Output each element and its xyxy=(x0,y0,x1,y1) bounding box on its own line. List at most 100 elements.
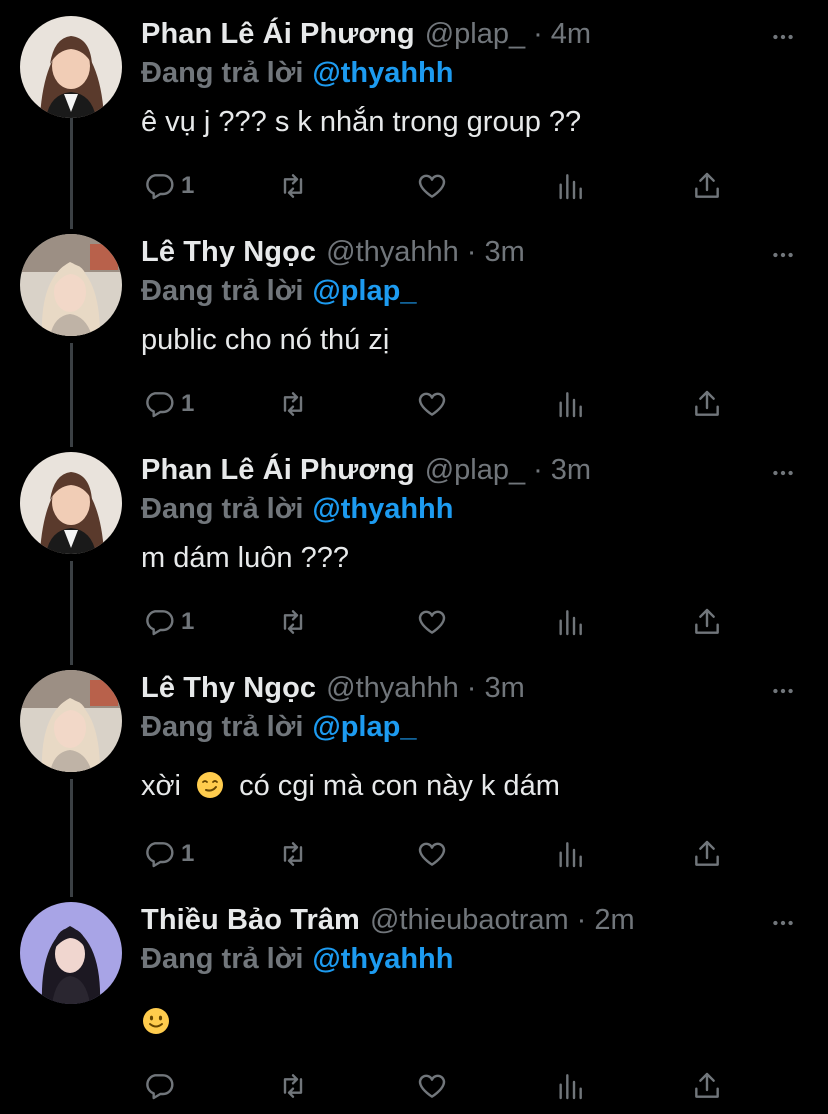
more-dots-icon xyxy=(773,252,793,258)
tweet-header: Lê Thy Ngọc @thyahhh · 3m xyxy=(141,236,525,274)
timestamp[interactable]: 3m xyxy=(551,454,591,487)
reply-button[interactable]: 1 xyxy=(143,834,194,874)
display-name[interactable]: Phan Lê Ái Phương xyxy=(141,454,415,487)
views-button[interactable] xyxy=(554,1066,586,1106)
tweet-header: Phan Lê Ái Phương @plap_ · 4m xyxy=(141,18,591,56)
reply-icon xyxy=(146,174,174,200)
share-button[interactable] xyxy=(691,1066,723,1106)
heart-icon xyxy=(418,1074,446,1098)
smirking-face-emoji xyxy=(197,772,224,798)
action-bar xyxy=(141,1066,741,1106)
retweet-icon xyxy=(283,174,303,198)
user-handle[interactable]: @thyahhh xyxy=(326,236,459,269)
more-button[interactable] xyxy=(768,22,798,52)
retweet-button[interactable] xyxy=(277,834,309,874)
display-name[interactable]: Lê Thy Ngọc xyxy=(141,236,316,269)
reply-button[interactable] xyxy=(143,1066,181,1106)
tweet-header: Lê Thy Ngọc @thyahhh · 3m xyxy=(141,672,525,710)
timestamp[interactable]: 3m xyxy=(484,236,524,269)
replying-to: Đang trả lời @plap_ xyxy=(141,711,416,744)
reply-count: 1 xyxy=(181,608,195,635)
more-dots-icon xyxy=(773,920,793,926)
more-button[interactable] xyxy=(768,908,798,938)
replying-label: Đang trả lời xyxy=(141,711,304,743)
tweet-text: m dám luôn ??? xyxy=(141,542,349,574)
reply-button[interactable]: 1 xyxy=(143,602,194,642)
avatar[interactable] xyxy=(20,452,122,554)
separator: · xyxy=(466,672,477,704)
reply-icon xyxy=(146,1074,174,1100)
reply-button[interactable]: 1 xyxy=(143,166,194,206)
views-button[interactable] xyxy=(554,166,586,206)
more-dots-icon xyxy=(773,688,793,694)
like-button[interactable] xyxy=(416,1066,448,1106)
mention-link[interactable]: @plap_ xyxy=(312,275,416,307)
views-button[interactable] xyxy=(554,602,586,642)
woman-portrait-avatar xyxy=(20,16,122,118)
user-handle[interactable]: @plap_ xyxy=(425,454,525,487)
mention-link[interactable]: @thyahhh xyxy=(312,57,453,89)
analytics-icon xyxy=(559,392,582,418)
more-button[interactable] xyxy=(768,676,798,706)
analytics-icon xyxy=(559,1074,582,1100)
avatar[interactable] xyxy=(20,670,122,772)
avatar[interactable] xyxy=(20,234,122,336)
avatar[interactable] xyxy=(20,902,122,1004)
separator: · xyxy=(576,904,587,936)
display-name[interactable]: Phan Lê Ái Phương xyxy=(141,18,415,51)
share-icon xyxy=(695,1072,719,1098)
heart-icon xyxy=(418,392,446,416)
share-button[interactable] xyxy=(691,834,723,874)
tweet-text-start: xời xyxy=(141,770,181,802)
analytics-icon xyxy=(559,174,582,200)
reply-count: 1 xyxy=(181,172,195,199)
action-bar: 1 xyxy=(141,384,741,424)
tweet[interactable]: Phan Lê Ái Phương @plap_ · 3m Đang trả l… xyxy=(0,452,828,652)
reply-icon xyxy=(146,392,174,418)
timestamp[interactable]: 2m xyxy=(594,904,634,937)
tweet-text: public cho nó thú zị xyxy=(141,324,390,356)
like-button[interactable] xyxy=(416,384,448,424)
user-handle[interactable]: @thieubaotram xyxy=(370,904,569,937)
mention-link[interactable]: @plap_ xyxy=(312,711,416,743)
avatar[interactable] xyxy=(20,16,122,118)
views-button[interactable] xyxy=(554,384,586,424)
like-button[interactable] xyxy=(416,834,448,874)
user-handle[interactable]: @plap_ xyxy=(425,18,525,51)
like-button[interactable] xyxy=(416,166,448,206)
more-button[interactable] xyxy=(768,240,798,270)
action-bar: 1 xyxy=(141,602,741,642)
reply-icon xyxy=(146,610,174,636)
retweet-button[interactable] xyxy=(277,166,309,206)
retweet-button[interactable] xyxy=(277,602,309,642)
analytics-icon xyxy=(559,610,582,636)
share-button[interactable] xyxy=(691,384,723,424)
tweet[interactable]: Thiều Bảo Trâm @thieubaotram · 2m Đang t… xyxy=(0,902,828,1114)
views-button[interactable] xyxy=(554,834,586,874)
reply-icon xyxy=(146,842,174,868)
retweet-button[interactable] xyxy=(277,1066,309,1106)
share-icon xyxy=(695,608,719,634)
replying-to: Đang trả lời @thyahhh xyxy=(141,57,453,90)
like-button[interactable] xyxy=(416,602,448,642)
share-button[interactable] xyxy=(691,602,723,642)
mention-link[interactable]: @thyahhh xyxy=(312,943,453,975)
display-name[interactable]: Lê Thy Ngọc xyxy=(141,672,316,705)
tweet[interactable]: Phan Lê Ái Phương @plap_ · 4m Đang trả l… xyxy=(0,16,828,216)
share-button[interactable] xyxy=(691,166,723,206)
user-handle[interactable]: @thyahhh xyxy=(326,672,459,705)
reply-count: 1 xyxy=(181,390,195,417)
more-button[interactable] xyxy=(768,458,798,488)
timestamp[interactable]: 3m xyxy=(484,672,524,705)
analytics-icon xyxy=(559,842,582,868)
tweet[interactable]: Lê Thy Ngọc @thyahhh · 3m Đang trả lời @p… xyxy=(0,234,828,434)
reply-button[interactable]: 1 xyxy=(143,384,194,424)
display-name[interactable]: Thiều Bảo Trâm xyxy=(141,904,360,937)
mention-link[interactable]: @thyahhh xyxy=(312,493,453,525)
timestamp[interactable]: 4m xyxy=(551,18,591,51)
share-icon xyxy=(695,840,719,866)
retweet-button[interactable] xyxy=(277,384,309,424)
tweet[interactable]: Lê Thy Ngọc @thyahhh · 3m Đang trả lời @p… xyxy=(0,670,828,884)
action-bar: 1 xyxy=(141,166,741,206)
more-dots-icon xyxy=(773,34,793,40)
